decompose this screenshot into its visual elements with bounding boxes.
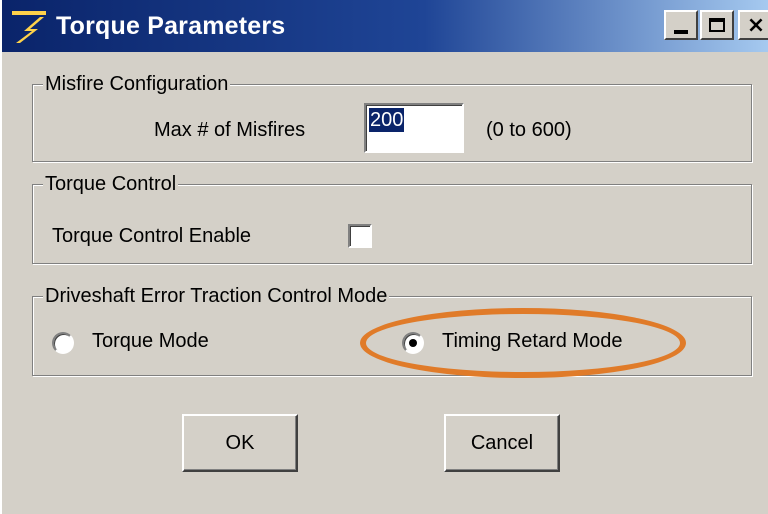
timing-retard-mode-radio[interactable]: [402, 332, 424, 354]
cancel-button[interactable]: Cancel: [444, 414, 560, 472]
maximize-button[interactable]: [700, 10, 734, 40]
max-misfires-label: Max # of Misfires: [154, 119, 306, 141]
close-icon: ×: [746, 12, 766, 38]
maximize-icon: [709, 18, 725, 32]
minimize-icon: [674, 30, 688, 34]
title-bar[interactable]: Torque Parameters ×: [2, 0, 768, 52]
window-title: Torque Parameters: [56, 12, 286, 40]
radio-selected-dot: [409, 339, 417, 347]
app-lightning-icon: [12, 11, 46, 43]
misfires-range-hint: (0 to 600): [486, 119, 572, 141]
misfire-configuration-label: Misfire Configuration: [43, 71, 231, 97]
ok-button[interactable]: OK: [182, 414, 298, 472]
timing-retard-mode-label[interactable]: Timing Retard Mode: [442, 328, 622, 354]
minimize-button[interactable]: [664, 10, 698, 40]
torque-control-label: Torque Control: [43, 171, 179, 197]
torque-mode-radio[interactable]: [52, 332, 74, 354]
torque-control-enable-label: Torque Control Enable: [52, 225, 252, 247]
torque-mode-label[interactable]: Torque Mode: [92, 328, 209, 354]
torque-control-enable-checkbox[interactable]: [348, 224, 372, 248]
close-button[interactable]: ×: [738, 10, 768, 40]
max-misfires-value: 200: [369, 108, 405, 132]
torque-parameters-dialog: Torque Parameters × Misfire Configuratio…: [0, 0, 768, 514]
max-misfires-input[interactable]: 200: [364, 103, 464, 153]
traction-control-mode-label: Driveshaft Error Traction Control Mode: [43, 283, 390, 309]
